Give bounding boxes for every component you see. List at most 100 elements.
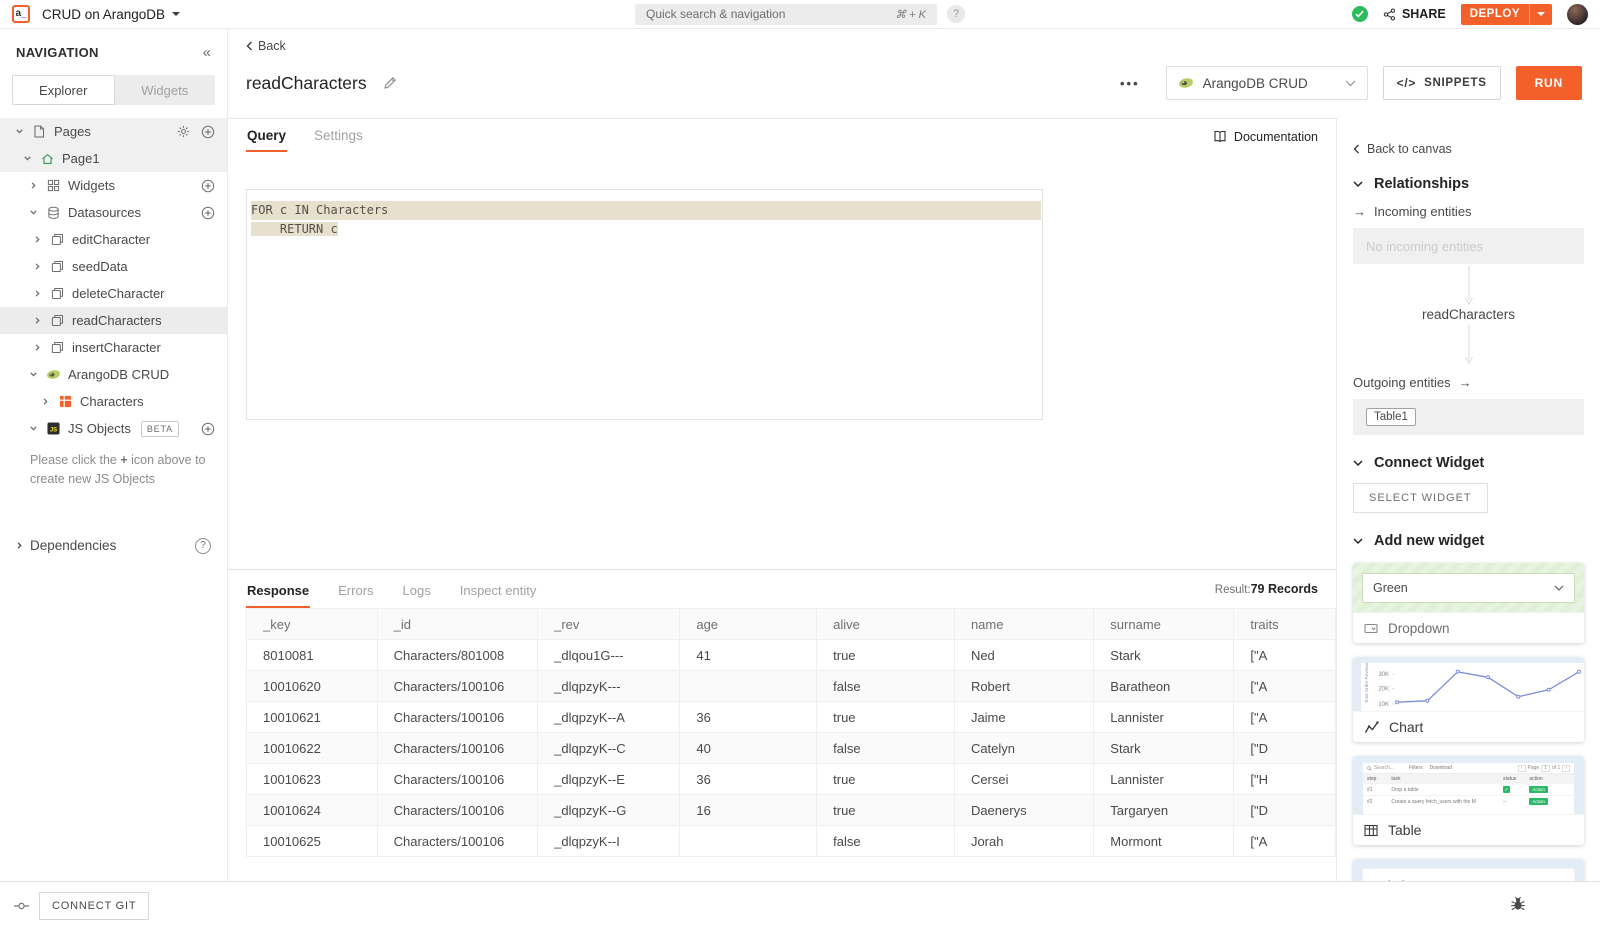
chevron-down-icon[interactable] [20, 154, 34, 163]
quick-search-input[interactable]: Quick search & navigation ⌘ + K [635, 4, 937, 25]
response-table-container[interactable]: _key _id _rev age alive name surname tra… [246, 608, 1336, 881]
dropdown-widget-preview: Green [1353, 563, 1584, 612]
datasource-db-icon [44, 206, 62, 220]
column-header[interactable]: name [954, 609, 1093, 640]
avatar[interactable] [1567, 4, 1588, 25]
chevron-down-icon[interactable] [26, 424, 40, 433]
select-widget-button[interactable]: SELECT WIDGET [1353, 483, 1488, 513]
main-body: Query Settings Documentation FOR c IN Ch… [228, 118, 1600, 881]
add-datasource-icon[interactable] [201, 206, 215, 220]
add-page-icon[interactable] [201, 125, 215, 139]
table-row[interactable]: 10010624Characters/100106_dlqpzyK--G16tr… [247, 795, 1336, 826]
back-button[interactable]: Back [246, 29, 286, 53]
sidebar-item-widgets[interactable]: Widgets [0, 172, 227, 199]
sidebar-item-characters[interactable]: Characters [0, 388, 227, 415]
sidebar-item-seeddata[interactable]: seedData [0, 253, 227, 280]
sidebar-item-deletecharacter[interactable]: deleteCharacter [0, 280, 227, 307]
gear-icon[interactable] [177, 125, 190, 138]
table-row[interactable]: 10010621Characters/100106_dlqpzyK--A36tr… [247, 702, 1336, 733]
sidebar-item-insertcharacter[interactable]: insertCharacter [0, 334, 227, 361]
chevron-right-icon[interactable] [30, 316, 44, 325]
widget-card-table[interactable]: Search... Filters Download ‹ Page 1 [1353, 756, 1584, 845]
result-count: Result:79 Records [1215, 582, 1318, 596]
widget-card-chart[interactable]: Total Order Revenue 30K 20K 10K [1353, 657, 1584, 742]
home-icon [38, 153, 56, 165]
sidebar-item-label: editCharacter [72, 232, 150, 247]
chevron-down-icon [1353, 538, 1363, 545]
more-actions-button[interactable]: ••• [1120, 76, 1140, 91]
help-icon[interactable]: ? [947, 5, 965, 23]
widgets-grid-icon [44, 179, 62, 192]
sidebar-item-readcharacters[interactable]: readCharacters [0, 307, 227, 334]
table-row[interactable]: 10010622Characters/100106_dlqpzyK--C40fa… [247, 733, 1336, 764]
search-shortcut: ⌘ + K [895, 8, 926, 21]
dependencies-help-icon[interactable]: ? [195, 538, 211, 554]
table-row[interactable]: 10010625Characters/100106_dlqpzyK--Ifals… [247, 826, 1336, 857]
tab-explorer[interactable]: Explorer [12, 75, 115, 105]
chevron-right-icon[interactable] [30, 235, 44, 244]
widget-card-label[interactable]: Label [1353, 859, 1584, 881]
query-icon [48, 260, 66, 273]
column-header[interactable]: _rev [538, 609, 680, 640]
debug-bug-icon[interactable] [1510, 896, 1526, 912]
column-header[interactable]: _key [247, 609, 378, 640]
add-widget-icon[interactable] [201, 179, 215, 193]
chevron-right-icon[interactable] [30, 262, 44, 271]
tab-settings[interactable]: Settings [313, 119, 364, 152]
add-js-object-icon[interactable] [201, 422, 215, 436]
sidebar-item-page1[interactable]: Page1 [0, 145, 227, 172]
aql-code-editor[interactable]: FOR c IN Characters RETURN c [246, 189, 1043, 420]
share-button[interactable]: SHARE [1383, 7, 1446, 21]
column-header[interactable]: surname [1094, 609, 1234, 640]
sidebar-item-dependencies[interactable]: Dependencies ? [0, 528, 227, 564]
chevron-right-icon[interactable] [30, 289, 44, 298]
arrow-right-icon: → [1459, 375, 1472, 390]
chevron-right-icon[interactable] [26, 181, 40, 190]
sidebar-item-arangodb-crud[interactable]: ArangoDB CRUD [0, 361, 227, 388]
explorer-widgets-switch: Explorer Widgets [12, 75, 215, 105]
tab-inspect-entity[interactable]: Inspect entity [459, 570, 538, 608]
widget-card-footer: Chart [1353, 711, 1584, 742]
column-header[interactable]: age [680, 609, 817, 640]
deploy-menu-button[interactable] [1529, 4, 1552, 25]
table-row[interactable]: 8010081Characters/801008_dlqou1G---41tru… [247, 640, 1336, 671]
table-row[interactable]: 10010620Characters/100106_dlqpzyK---fals… [247, 671, 1336, 702]
git-commit-icon [14, 899, 29, 913]
tab-response[interactable]: Response [246, 570, 310, 608]
outgoing-entity-chip[interactable]: Table1 [1366, 408, 1416, 426]
chevron-right-icon[interactable] [30, 343, 44, 352]
chevron-down-icon[interactable] [26, 370, 40, 379]
column-header[interactable]: traits [1234, 609, 1336, 640]
tab-query[interactable]: Query [246, 119, 287, 152]
column-header[interactable]: alive [817, 609, 955, 640]
tab-logs[interactable]: Logs [402, 570, 432, 608]
tab-errors[interactable]: Errors [337, 570, 374, 608]
app-name-menu[interactable]: CRUD on ArangoDB [42, 7, 180, 22]
chevron-right-icon[interactable] [38, 397, 52, 406]
relationships-section-toggle[interactable]: Relationships [1353, 176, 1584, 192]
column-header[interactable]: _id [377, 609, 537, 640]
chevron-down-icon[interactable] [26, 208, 40, 217]
documentation-link[interactable]: Documentation [1213, 121, 1318, 151]
chart-widget-preview: Total Order Revenue 30K 20K 10K [1353, 657, 1584, 711]
appsmith-logo-icon[interactable]: a_ [12, 5, 30, 23]
add-widget-section-toggle[interactable]: Add new widget [1353, 533, 1584, 549]
snippets-button[interactable]: </> SNIPPETS [1383, 66, 1501, 100]
run-button[interactable]: RUN [1516, 66, 1582, 100]
connect-widget-section-toggle[interactable]: Connect Widget [1353, 455, 1584, 471]
collapse-sidebar-icon[interactable]: « [203, 44, 211, 61]
back-to-canvas-label: Back to canvas [1367, 142, 1452, 156]
back-to-canvas-link[interactable]: Back to canvas [1353, 142, 1452, 156]
tab-widgets[interactable]: Widgets [115, 75, 216, 105]
sidebar-item-pages[interactable]: Pages [0, 118, 227, 145]
sidebar-item-js-objects[interactable]: JS JS Objects BETA [0, 415, 227, 442]
chevron-down-icon[interactable] [12, 127, 26, 136]
connect-git-button[interactable]: CONNECT GIT [39, 892, 149, 920]
sidebar-item-datasources[interactable]: Datasources [0, 199, 227, 226]
edit-name-icon[interactable] [383, 76, 397, 90]
deploy-button[interactable]: DEPLOY [1461, 4, 1552, 25]
sidebar-item-editcharacter[interactable]: editCharacter [0, 226, 227, 253]
datasource-select[interactable]: ArangoDB CRUD [1166, 66, 1368, 100]
widget-card-dropdown[interactable]: Green Dropdown [1353, 563, 1584, 643]
table-row[interactable]: 10010623Characters/100106_dlqpzyK--E36tr… [247, 764, 1336, 795]
